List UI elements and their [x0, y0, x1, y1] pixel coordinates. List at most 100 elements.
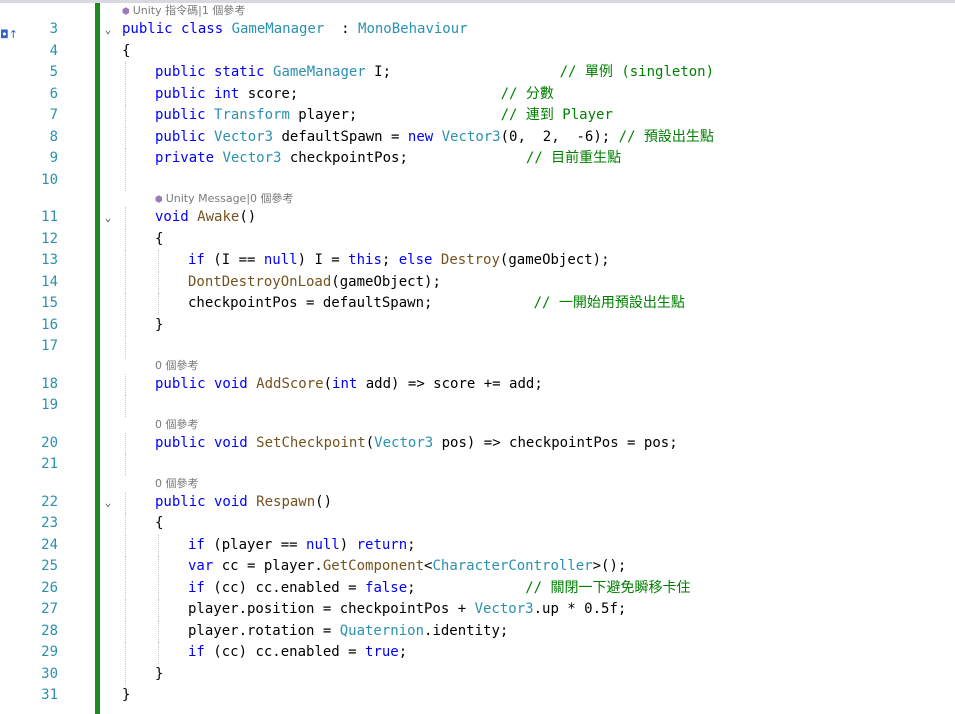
indent-guide [125, 534, 126, 556]
codelens-label[interactable]: Unity 指令碼|1 個參考 [133, 4, 246, 17]
code-token: if [188, 579, 214, 596]
codelens-text[interactable]: ⬢ Unity Message|0 個參考 [155, 191, 294, 208]
line-number: 20 [41, 434, 58, 451]
code-token: pos) => checkpointPos = pos; [433, 434, 678, 451]
fold-chevron-icon[interactable]: ⌄ [102, 207, 114, 229]
code-token: CharacterController [432, 558, 593, 574]
code-token: Transform [214, 107, 290, 123]
code-text[interactable]: private Vector3 checkpointPos; // 目前重生點 [155, 148, 621, 170]
code-text[interactable]: public Transform player; // 連到 Player [155, 105, 613, 127]
code-text[interactable]: } [155, 315, 163, 337]
indent-guide [125, 148, 126, 170]
fold-chevron-icon[interactable]: ⌄ [102, 492, 114, 514]
line-number: 28 [41, 622, 58, 639]
code-line: 19 [0, 395, 955, 417]
code-token: this [348, 252, 382, 268]
codelens-label[interactable]: Unity Message|0 個參考 [166, 192, 294, 205]
code-token: var [188, 558, 222, 574]
code-token: player.rotation = [188, 622, 340, 639]
line-number: 10 [41, 171, 58, 188]
code-text[interactable]: checkpointPos = defaultSpawn; // 一開始用預設出… [188, 293, 685, 315]
code-text[interactable]: public void Respawn() [155, 492, 332, 514]
code-text[interactable]: { [155, 229, 163, 251]
code-token: GameManager [231, 21, 325, 37]
code-token: AddScore [256, 375, 324, 392]
code-token: (gameObject); [499, 252, 610, 268]
code-token: ( [365, 434, 375, 451]
code-token: defaultSpawn = [273, 128, 408, 145]
indent-guide [125, 250, 126, 272]
codelens-label[interactable]: 0 個參考 [155, 359, 199, 372]
code-token: : [324, 21, 359, 37]
code-text[interactable]: player.rotation = Quaternion.identity; [188, 621, 508, 643]
code-token: ; [407, 579, 526, 596]
code-editor[interactable]: ⬢ Unity 指令碼|1 個參考 3 ⌄ public class GameMana… [0, 3, 955, 707]
code-text[interactable]: void Awake() [155, 207, 256, 229]
code-text[interactable]: } [122, 685, 130, 707]
code-token: ; [398, 644, 408, 660]
code-line: 5 public static GameManager I; // 單例 (sin… [0, 62, 955, 84]
code-text[interactable]: if (cc) cc.enabled = true; [188, 642, 407, 664]
code-line: 15 checkpointPos = defaultSpawn; // 一開始用預… [0, 293, 955, 315]
indent-guide [158, 599, 159, 621]
code-text[interactable]: DontDestroyOnLoad(gameObject); [188, 272, 441, 294]
code-token: private [155, 150, 223, 166]
code-line: 26 if (cc) cc.enabled = false; // 關閉一下避免瞬… [0, 577, 955, 600]
code-text[interactable]: public Vector3 defaultSpawn = new Vector… [155, 127, 714, 149]
code-text[interactable]: public void SetCheckpoint(Vector3 pos) =… [155, 433, 678, 455]
code-token: (player == [213, 536, 307, 553]
codelens-text[interactable]: 0 個參考 [155, 476, 199, 492]
code-text[interactable]: public class GameManager : MonoBehaviour [122, 19, 468, 41]
code-token: Vector3 [214, 128, 274, 145]
code-token: GetComponent [322, 558, 425, 574]
code-text[interactable]: if (I == null) I = this; else Destroy(ga… [188, 250, 610, 272]
line-number: 6 [49, 85, 58, 102]
code-token: cc = player. [221, 558, 323, 574]
indent-guide [125, 599, 126, 621]
code-token: (cc) cc.enabled = [213, 579, 366, 596]
code-text[interactable]: public int score; // 分數 [155, 84, 554, 106]
code-token: } [155, 316, 164, 333]
code-text[interactable]: if (cc) cc.enabled = false; // 關閉一下避免瞬移卡… [188, 578, 690, 600]
code-token: (gameObject); [331, 273, 441, 290]
code-text[interactable]: public void AddScore(int add) => score +… [155, 374, 543, 396]
indent-guide [125, 126, 126, 148]
code-token: (cc) cc.enabled = [213, 644, 366, 660]
codelens-label[interactable]: 0 個參考 [155, 418, 199, 431]
line-number: 5 [49, 64, 58, 80]
code-token: Respawn [256, 493, 316, 510]
code-token: public void [155, 493, 257, 510]
code-text[interactable]: } [155, 664, 163, 686]
code-token: if [188, 536, 214, 553]
code-token: ; [407, 536, 416, 553]
indent-guide [125, 642, 126, 664]
code-text[interactable]: if (player == null) return; [188, 535, 416, 557]
indent-guide [125, 336, 126, 358]
code-token: } [122, 687, 131, 703]
fold-chevron-icon[interactable]: ⌄ [102, 19, 114, 41]
line-number: 31 [41, 687, 58, 703]
indent-guide [158, 620, 159, 642]
code-line: 13 if (I == null) I = this; else Destroy(… [0, 250, 955, 272]
code-text[interactable]: player.position = checkpointPos + Vector… [188, 599, 626, 621]
indent-guide [125, 373, 126, 395]
code-text[interactable]: { [122, 41, 130, 63]
codelens-text[interactable]: 0 個參考 [155, 417, 199, 433]
code-text[interactable]: public static GameManager I; // 單例 (sing… [155, 62, 714, 84]
code-token: null [263, 252, 298, 268]
code-line: 28 player.rotation = Quaternion.identity; [0, 620, 955, 643]
codelens-label[interactable]: 0 個參考 [155, 477, 199, 490]
code-token: new [407, 128, 442, 145]
code-line: 14 DontDestroyOnLoad(gameObject); [0, 271, 955, 294]
code-line: 10 [0, 169, 955, 191]
line-number: 13 [41, 252, 58, 268]
indent-guide [125, 454, 126, 476]
code-token: null [306, 536, 340, 553]
code-token: // 目前重生點 [525, 150, 622, 166]
indent-guide [158, 271, 159, 293]
codelens-text[interactable]: ⬢ Unity 指令碼|1 個參考 [122, 3, 245, 20]
code-text[interactable]: var cc = player.GetComponent<CharacterCo… [188, 556, 626, 578]
line-number: 8 [49, 128, 58, 145]
codelens-text[interactable]: 0 個參考 [155, 358, 199, 374]
code-text[interactable]: { [155, 513, 163, 535]
